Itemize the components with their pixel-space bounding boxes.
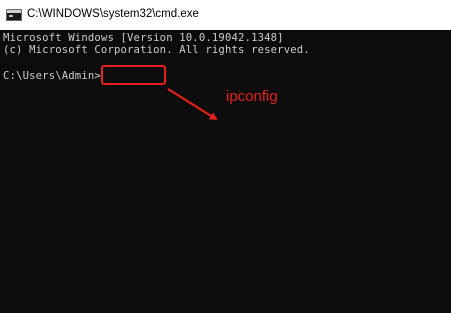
console-line-version: Microsoft Windows [Version 10.0.19042.13… bbox=[3, 32, 284, 44]
cmd-window: C:\WINDOWS\system32\cmd.exe Microsoft Wi… bbox=[0, 0, 451, 313]
command-input-highlight[interactable] bbox=[101, 65, 166, 85]
window-title: C:\WINDOWS\system32\cmd.exe bbox=[27, 8, 199, 20]
annotation-label: ipconfig bbox=[226, 88, 278, 105]
cmd-app-icon bbox=[6, 9, 22, 21]
title-bar[interactable]: C:\WINDOWS\system32\cmd.exe bbox=[0, 0, 451, 30]
console-prompt: C:\Users\Admin> bbox=[3, 70, 101, 82]
console-area[interactable]: Microsoft Windows [Version 10.0.19042.13… bbox=[0, 30, 451, 313]
console-line-copyright: (c) Microsoft Corporation. All rights re… bbox=[3, 44, 310, 56]
